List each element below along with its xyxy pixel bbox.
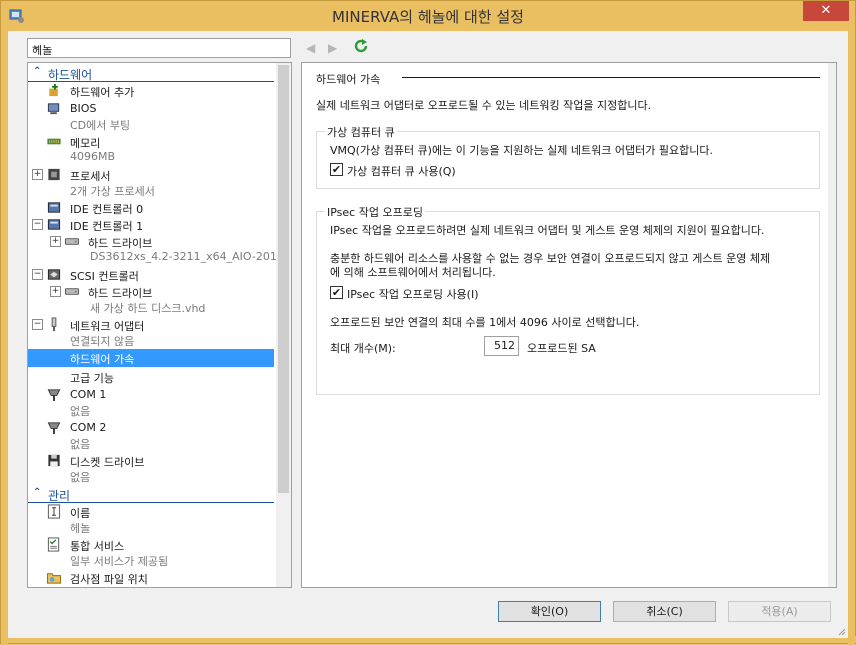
- vmq-checkbox[interactable]: ✔: [330, 163, 343, 176]
- tree-item-processor[interactable]: + 프로세서: [28, 167, 274, 183]
- expand-plus-icon[interactable]: +: [50, 286, 61, 297]
- integration-services-detail: 일부 서비스가 제공됨: [70, 555, 169, 568]
- memory-icon: [47, 138, 61, 145]
- detail-scrollbar[interactable]: [828, 63, 836, 587]
- window-frame-left: [1, 31, 8, 645]
- window-frame-right: [848, 31, 855, 645]
- ipsec-checkbox-label[interactable]: IPsec 작업 오프로딩 사용(I): [347, 286, 479, 302]
- network-adapter-icon: [51, 317, 57, 332]
- expand-plus-icon[interactable]: +: [32, 169, 43, 180]
- collapse-minus-icon[interactable]: −: [32, 269, 43, 280]
- tree-item-com1[interactable]: COM 1: [28, 387, 274, 403]
- network-adapter-detail: 연결되지 않음: [70, 335, 135, 348]
- settings-detail-panel: 하드웨어 가속 실제 네트워크 어댑터로 오프로드될 수 있는 네트워킹 작업을…: [301, 62, 837, 588]
- scsi-controller-icon: [47, 269, 61, 280]
- tree-item-label: 하드웨어 가속: [70, 353, 135, 366]
- processor-count-detail: 2개 가상 프로세서: [70, 185, 155, 198]
- management-group-header[interactable]: ⌃ 관리: [28, 486, 274, 503]
- com1-detail: 없음: [70, 405, 91, 418]
- settings-window: MINERVA의 헤놀에 대한 설정 ✕ 헤놀 ⌄ ◀ ▶ ⌃ 하드웨어 하드웨…: [0, 0, 856, 645]
- back-arrow-icon[interactable]: ◀: [306, 41, 315, 55]
- com-port-icon: [47, 389, 61, 402]
- com2-detail: 없음: [70, 438, 91, 451]
- refresh-icon[interactable]: [352, 37, 370, 55]
- hard-drive-icon: [64, 238, 80, 245]
- ipsec-group: IPsec 작업 오프로딩 IPsec 작업을 오프로드하려면 실제 네트워크 …: [316, 204, 820, 395]
- hard-drive-icon: [64, 288, 80, 295]
- client-area: 헤놀 ⌄ ◀ ▶ ⌃ 하드웨어 하드웨어 추가 BIOS CD에서 부팅 메모리…: [8, 31, 848, 638]
- section-description: 실제 네트워크 어댑터로 오프로드될 수 있는 네트워킹 작업을 지정합니다.: [316, 99, 652, 112]
- ipsec-range-text: 오프로드된 보안 연결의 최대 수를 1에서 4096 사이로 선택합니다.: [330, 316, 640, 329]
- forward-arrow-icon[interactable]: ▶: [328, 41, 337, 55]
- chevron-down-icon: ⌄: [32, 41, 41, 52]
- processor-icon: [48, 168, 60, 181]
- ipsec-fallback-text-2: 에 의해 소프트웨어에서 처리됩니다.: [330, 266, 496, 279]
- collapse-minus-icon[interactable]: −: [32, 319, 43, 330]
- tree-item-floppy-drive[interactable]: 디스켓 드라이브: [28, 453, 274, 469]
- ide-controller-icon: [47, 202, 61, 213]
- tree-item-hard-drive-scsi[interactable]: + 하드 드라이브: [48, 284, 274, 300]
- ipsec-legend: IPsec 작업 오프로딩: [325, 204, 425, 220]
- max-sa-input[interactable]: 512: [484, 336, 519, 356]
- hard-drive-scsi-detail: 새 가상 하드 디스크.vhd: [90, 302, 206, 315]
- tree-item-integration-services[interactable]: 통합 서비스: [28, 537, 274, 553]
- tree-item-name[interactable]: 이름: [28, 504, 274, 520]
- com-port-icon: [47, 422, 61, 435]
- integration-services-icon: [47, 537, 60, 552]
- tree-scrollbar-thumb[interactable]: [278, 65, 289, 493]
- add-hardware-icon: [49, 83, 58, 97]
- tree-scrollbar[interactable]: [276, 63, 291, 587]
- tree-item-add-hardware[interactable]: 하드웨어 추가: [28, 83, 274, 99]
- floppy-disk-icon: [48, 454, 60, 467]
- hard-drive-ide-detail: DS3612xs_4.2-3211_x64_AIO-201...: [90, 250, 288, 263]
- cancel-button[interactable]: 취소(C): [613, 601, 716, 622]
- expand-plus-icon[interactable]: +: [50, 236, 61, 247]
- vmq-checkbox-label[interactable]: 가상 컴퓨터 큐 사용(Q): [347, 163, 456, 179]
- ide-controller-icon: [47, 219, 61, 230]
- bios-icon: [47, 103, 60, 115]
- tree-item-ide-controller-0[interactable]: IDE 컨트롤러 0: [28, 200, 274, 216]
- tree-item-hard-drive-ide[interactable]: + 하드 드라이브: [48, 234, 274, 250]
- tree-item-hardware-acceleration[interactable]: 하드웨어 가속: [28, 349, 274, 367]
- section-divider: [402, 77, 820, 78]
- ipsec-requirement-text: IPsec 작업을 오프로드하려면 실제 네트워크 어댑터 및 게스트 운영 체…: [330, 224, 765, 237]
- ipsec-checkbox[interactable]: ✔: [330, 286, 343, 299]
- collapse-chevron-icon: ⌃: [33, 66, 42, 77]
- apply-button[interactable]: 적용(A): [728, 601, 831, 622]
- settings-tree: ⌃ 하드웨어 하드웨어 추가 BIOS CD에서 부팅 메모리 4096MB +: [27, 62, 292, 588]
- tree-item-bios[interactable]: BIOS: [28, 101, 274, 117]
- vmq-description: VMQ(가상 컴퓨터 큐)에는 이 기능을 지원하는 실제 네트워크 어댑터가 …: [330, 144, 713, 157]
- collapse-minus-icon[interactable]: −: [32, 219, 43, 230]
- name-field-icon: [47, 504, 61, 519]
- vm-selector-dropdown[interactable]: 헤놀 ⌄: [27, 38, 291, 58]
- vmq-group: 가상 컴퓨터 큐 VMQ(가상 컴퓨터 큐)에는 이 기능을 지원하는 실제 네…: [316, 124, 820, 189]
- title-bar[interactable]: MINERVA의 헤놀에 대한 설정 ✕: [1, 1, 855, 31]
- tree-item-com2[interactable]: COM 2: [28, 420, 274, 436]
- tree-item-advanced-features[interactable]: 고급 기능: [28, 369, 274, 385]
- collapse-chevron-icon: ⌃: [33, 487, 42, 498]
- tree-item-scsi-controller[interactable]: − SCSI 컨트롤러: [28, 267, 274, 283]
- tree-item-checkpoint-location[interactable]: 검사점 파일 위치: [28, 570, 274, 586]
- window-title: MINERVA의 헤놀에 대한 설정: [332, 8, 524, 26]
- tree-item-ide-controller-1[interactable]: − IDE 컨트롤러 1: [28, 217, 274, 233]
- hardware-group-header[interactable]: ⌃ 하드웨어: [28, 65, 274, 82]
- max-sa-label: 최대 개수(M):: [330, 342, 396, 355]
- checkpoint-folder-icon: [46, 573, 62, 584]
- max-sa-unit: 오프로드된 SA: [527, 342, 596, 355]
- close-button[interactable]: ✕: [803, 1, 849, 21]
- resize-grip-icon[interactable]: [836, 626, 846, 636]
- bios-boot-detail: CD에서 부팅: [70, 119, 131, 132]
- name-detail: 헤놀: [70, 522, 91, 535]
- ok-button[interactable]: 확인(O): [498, 601, 601, 622]
- tree-item-memory[interactable]: 메모리: [28, 134, 274, 150]
- tree-item-network-adapter[interactable]: − 네트워크 어댑터: [28, 317, 274, 333]
- memory-size-detail: 4096MB: [70, 150, 116, 163]
- section-title: 하드웨어 가속: [316, 73, 381, 86]
- floppy-drive-detail: 없음: [70, 471, 91, 484]
- vmq-legend: 가상 컴퓨터 큐: [325, 124, 397, 140]
